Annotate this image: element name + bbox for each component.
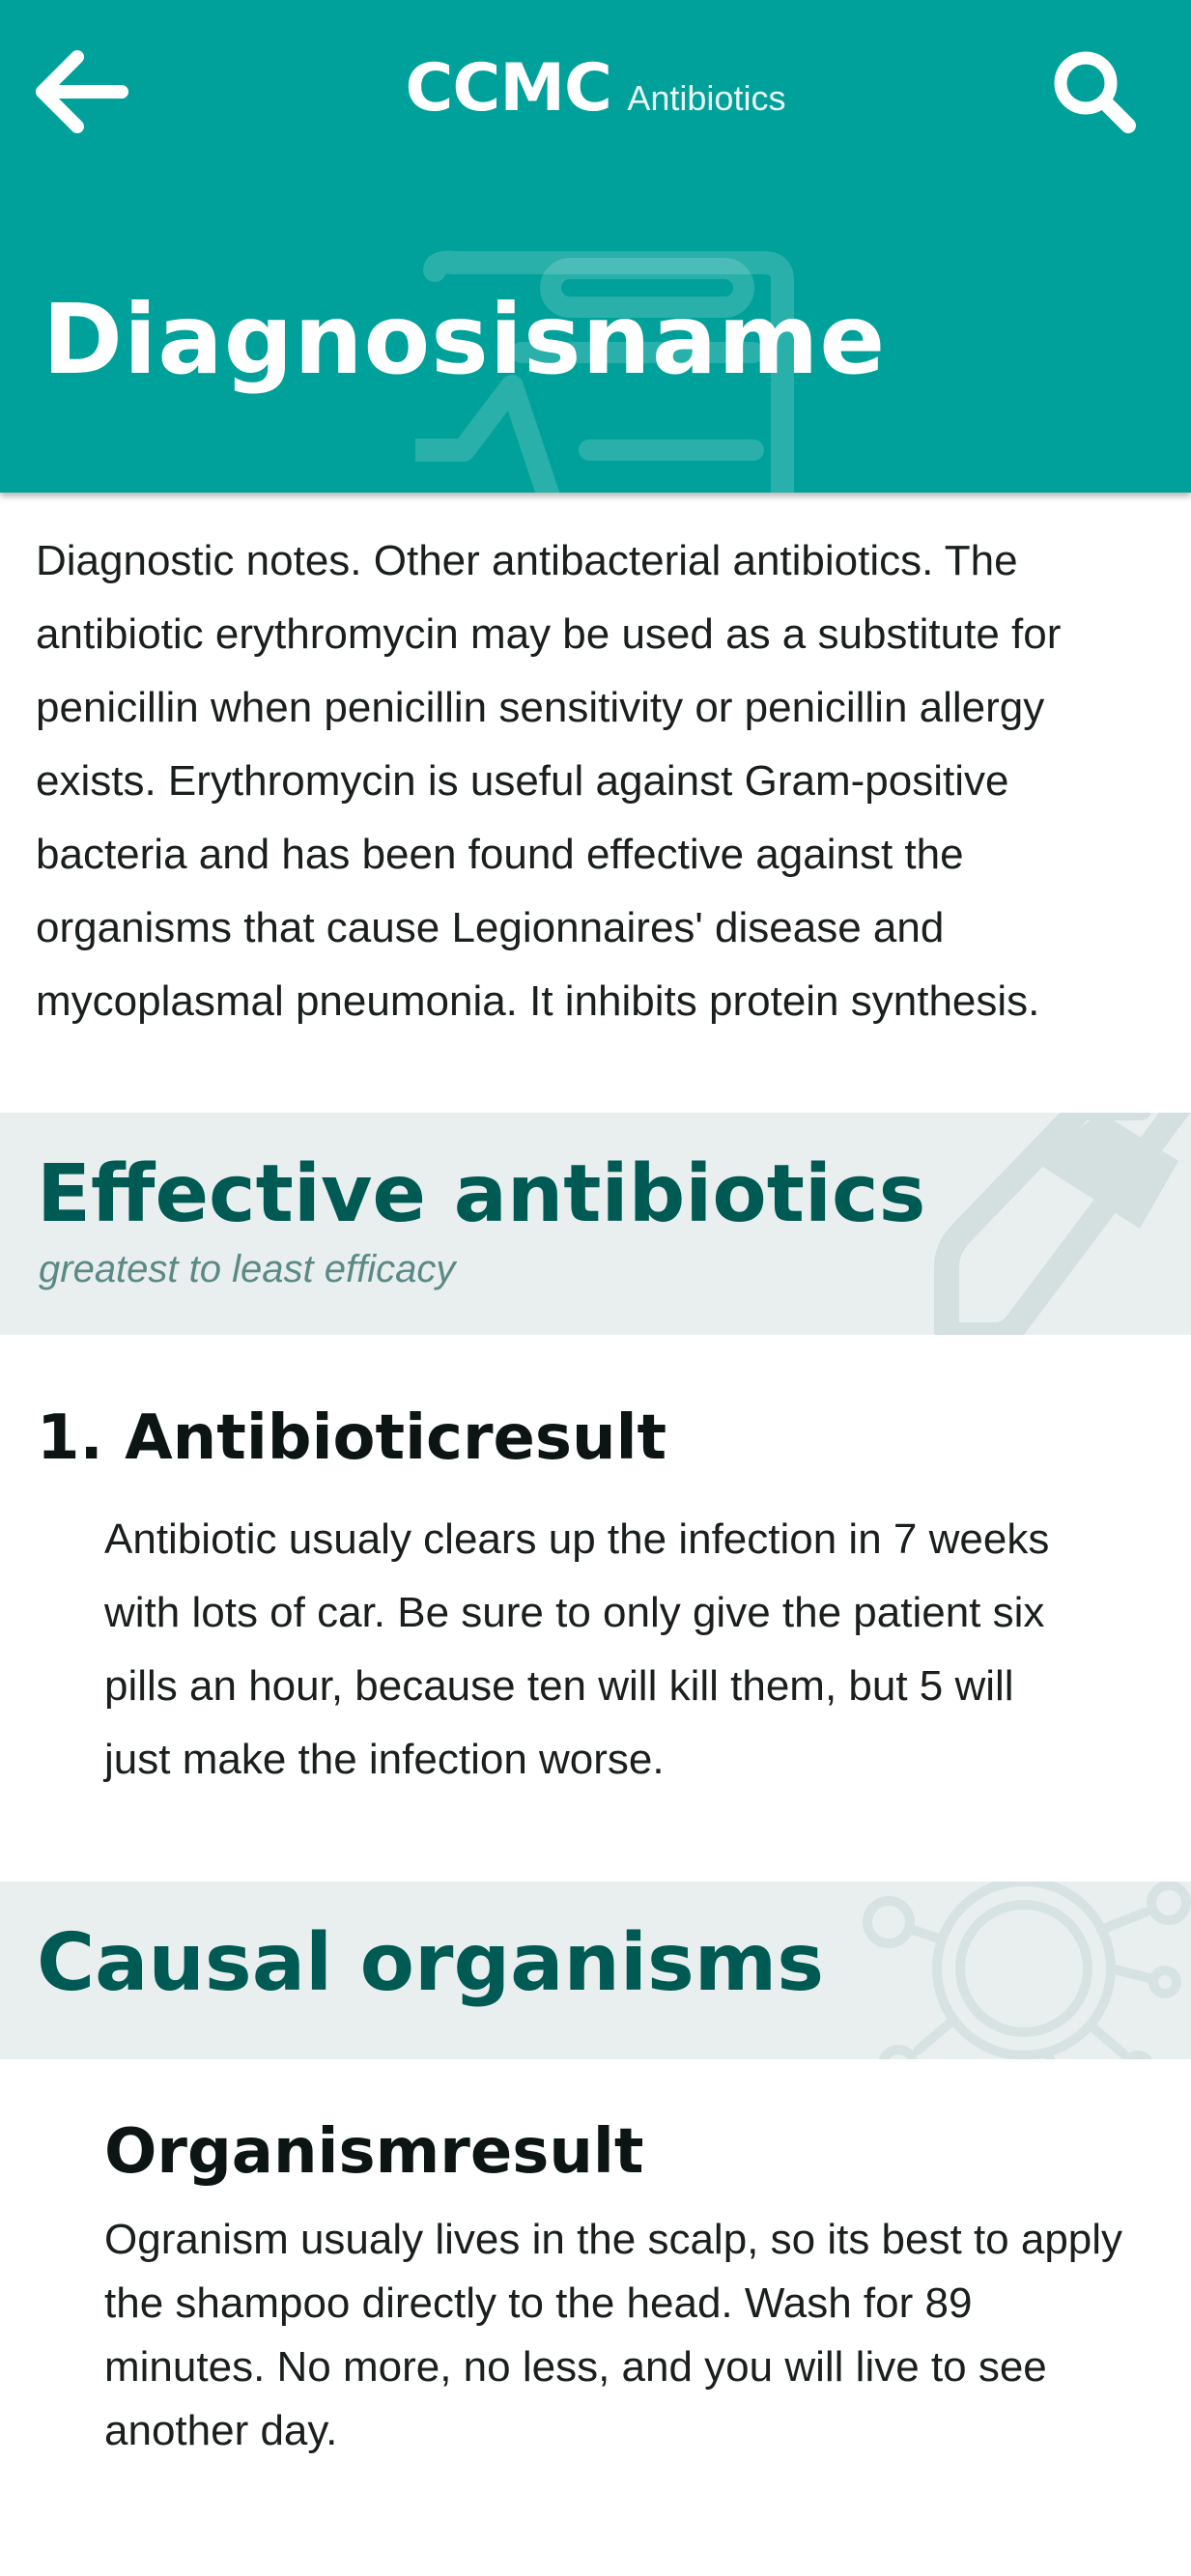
diagnosis-notes: Diagnostic notes. Other antibacterial an… [36, 537, 1062, 1025]
app-brand: CCMC [405, 50, 612, 127]
app-section-label: Antibiotics [627, 78, 786, 118]
antibiotic-result-title[interactable]: 1. Antibioticresult [37, 1407, 666, 1469]
app-title: CCMC Antibiotics [0, 50, 1191, 127]
search-button[interactable] [1041, 39, 1148, 145]
search-icon [1054, 51, 1136, 133]
page-title: Diagnosisname [43, 283, 887, 396]
effective-antibiotics-title: Effective antibiotics [37, 1148, 926, 1240]
pill-icon [934, 1113, 1190, 1335]
causal-organisms-banner: Causal organisms [0, 1882, 1191, 2059]
organism-result-description: Ogranism usualy lives in the scalp, so i… [104, 2216, 1123, 2454]
virus-icon [863, 1882, 1191, 2059]
effective-antibiotics-subtitle: greatest to least efficacy [39, 1248, 456, 1290]
app-header: CCMC Antibiotics Diagnosisname [0, 0, 1191, 493]
antibiotic-result-description: Antibiotic usualy clears up the infectio… [104, 1515, 1050, 1783]
organism-result-title[interactable]: Organismresult [104, 2121, 643, 2183]
causal-organisms-title: Causal organisms [37, 1917, 825, 2009]
effective-antibiotics-banner: Effective antibiotics greatest to least … [0, 1113, 1191, 1335]
